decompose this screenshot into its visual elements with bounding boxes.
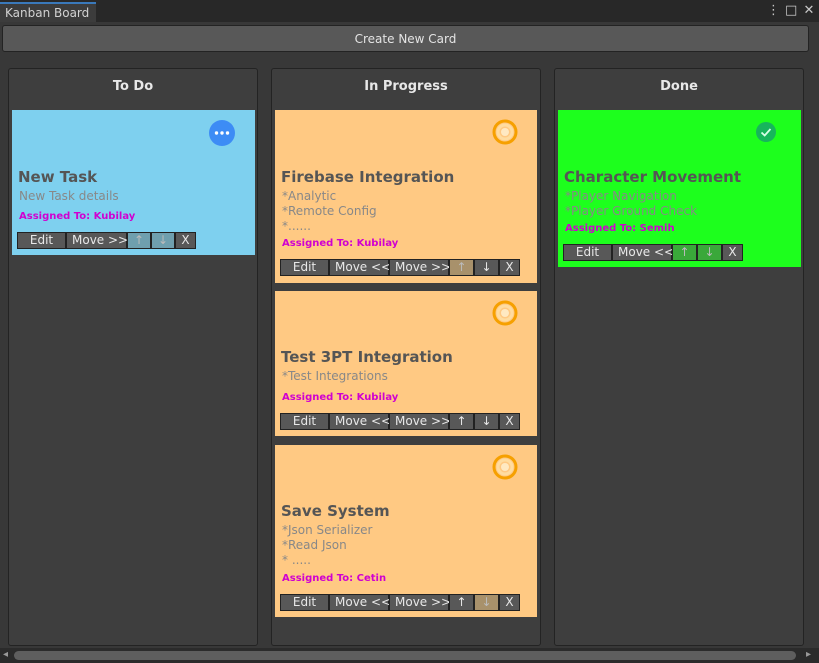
card-assignee: Assigned To: Kubilay	[282, 392, 399, 403]
card-detail: *Remote Config	[282, 204, 377, 218]
card-button-row: Edit Move << ↑ ↓ X	[563, 244, 743, 261]
kanban-card[interactable]: Firebase Integration *Analytic *Remote C…	[275, 110, 537, 283]
in-progress-spinner-icon	[492, 119, 518, 145]
column-done: Done Character Movement *Player Navigati…	[554, 68, 804, 646]
card-assignee: Assigned To: Kubilay	[282, 238, 399, 249]
menu-kebab-icon[interactable]: ⋮	[767, 2, 780, 20]
edit-button[interactable]: Edit	[280, 413, 329, 430]
checkmark-icon	[756, 122, 776, 142]
kanban-card[interactable]: Test 3PT Integration *Test Integrations …	[275, 291, 537, 436]
kanban-card[interactable]: Save System *Json Serializer *Read Json …	[275, 445, 537, 617]
column-todo: To Do New Task New Task details Assigned…	[8, 68, 258, 646]
delete-button[interactable]: X	[175, 232, 196, 249]
move-up-button[interactable]: ↑	[449, 259, 474, 276]
card-detail: *Test Integrations	[282, 369, 388, 383]
card-title: Test 3PT Integration	[281, 348, 453, 366]
card-title: Save System	[281, 502, 390, 520]
card-assignee: Assigned To: Semih	[565, 223, 675, 234]
kanban-card[interactable]: New Task New Task details Assigned To: K…	[12, 110, 255, 255]
move-left-button[interactable]: Move <<	[329, 259, 391, 276]
window-titlebar: Kanban Board ⋮ □ ✕	[0, 0, 819, 22]
in-progress-spinner-icon	[492, 300, 518, 326]
card-button-row: Edit Move << Move >> ↑ ↓ X	[280, 259, 520, 276]
column-title: In Progress	[364, 79, 448, 94]
scroll-thumb[interactable]	[14, 651, 796, 660]
delete-button[interactable]: X	[499, 413, 520, 430]
move-up-button[interactable]: ↑	[449, 594, 474, 611]
card-detail: *Analytic	[282, 189, 337, 203]
card-title: Character Movement	[564, 168, 742, 186]
card-assignee: Assigned To: Kubilay	[19, 211, 136, 222]
move-down-button[interactable]: ↓	[151, 232, 175, 249]
move-up-button[interactable]: ↑	[672, 244, 697, 261]
card-title: New Task	[18, 168, 98, 186]
move-left-button[interactable]: Move <<	[329, 594, 391, 611]
scroll-left-icon[interactable]: ◂	[3, 649, 8, 660]
window-tab[interactable]: Kanban Board	[0, 2, 96, 22]
close-icon[interactable]: ✕	[803, 2, 815, 20]
scroll-right-icon[interactable]: ▸	[806, 649, 811, 660]
kanban-card[interactable]: Character Movement *Player Navigation *P…	[558, 110, 801, 267]
move-right-button[interactable]: Move >>	[389, 413, 451, 430]
move-left-button[interactable]: Move <<	[329, 413, 391, 430]
edit-button[interactable]: Edit	[563, 244, 612, 261]
card-assignee: Assigned To: Cetin	[282, 573, 387, 584]
move-right-button[interactable]: Move >>	[389, 594, 451, 611]
card-detail: New Task details	[19, 189, 119, 203]
horizontal-scrollbar[interactable]: ◂ ▸	[0, 648, 819, 663]
move-down-button[interactable]: ↓	[697, 244, 722, 261]
delete-button[interactable]: X	[499, 259, 520, 276]
card-button-row: Edit Move << Move >> ↑ ↓ X	[280, 413, 520, 430]
column-in-progress: In Progress Firebase Integration *Analyt…	[271, 68, 541, 646]
move-right-button[interactable]: Move >>	[389, 259, 451, 276]
move-down-button[interactable]: ↓	[474, 413, 499, 430]
card-detail: *Read Json	[282, 538, 347, 552]
edit-button[interactable]: Edit	[280, 594, 329, 611]
card-detail: * .....	[282, 553, 311, 567]
move-down-button[interactable]: ↓	[474, 594, 499, 611]
delete-button[interactable]: X	[499, 594, 520, 611]
move-right-button[interactable]: Move >>	[66, 232, 128, 249]
card-button-row: Edit Move >> ↑ ↓ X	[17, 232, 196, 249]
create-new-card-button[interactable]: Create New Card	[2, 25, 809, 52]
card-detail: *......	[282, 219, 311, 233]
in-progress-spinner-icon	[492, 454, 518, 480]
column-title: Done	[660, 79, 698, 94]
window-controls: ⋮ □ ✕	[767, 2, 815, 20]
move-up-button[interactable]: ↑	[449, 413, 474, 430]
column-title: To Do	[112, 79, 154, 94]
in-review-dots-icon	[209, 120, 235, 146]
move-up-button[interactable]: ↑	[127, 232, 151, 249]
card-detail: *Player Navigation	[565, 189, 677, 203]
maximize-icon[interactable]: □	[785, 2, 797, 20]
card-button-row: Edit Move << Move >> ↑ ↓ X	[280, 594, 520, 611]
edit-button[interactable]: Edit	[280, 259, 329, 276]
move-left-button[interactable]: Move <<	[612, 244, 674, 261]
move-down-button[interactable]: ↓	[474, 259, 499, 276]
delete-button[interactable]: X	[722, 244, 743, 261]
card-title: Firebase Integration	[281, 168, 455, 186]
card-detail: *Json Serializer	[282, 523, 373, 537]
card-detail: *Player Ground Check	[565, 204, 698, 218]
edit-button[interactable]: Edit	[17, 232, 66, 249]
